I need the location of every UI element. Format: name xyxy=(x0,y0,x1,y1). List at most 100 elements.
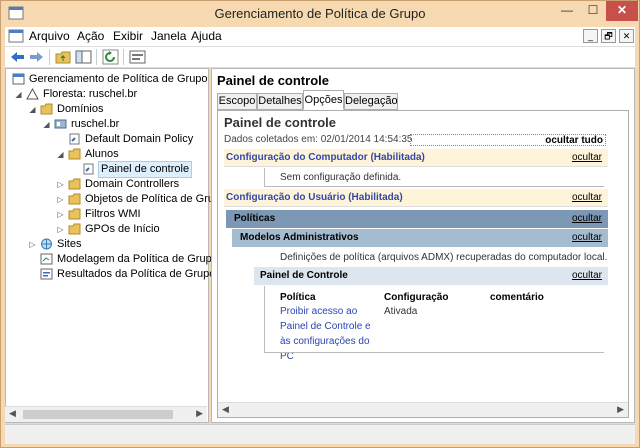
details-pane: Painel de controle Escopo Detalhes Opçõe… xyxy=(211,68,635,423)
section-label: Modelos Administrativos xyxy=(240,232,359,243)
no-config-text: Sem configuração definida. xyxy=(280,172,402,183)
wmi-folder-icon xyxy=(68,208,81,220)
policy-link[interactable]: Proibir acesso ao Painel de Controle e à… xyxy=(280,304,380,364)
col-policy-header: Política xyxy=(280,292,316,303)
scroll-thumb[interactable] xyxy=(23,410,173,419)
tree-label: Modelagem da Política de Grupo xyxy=(57,253,218,265)
menu-ajuda[interactable]: Ajuda xyxy=(191,29,222,43)
gpo-report: Painel de controle Dados coletados em: 0… xyxy=(224,115,608,413)
tree-label: Domain Controllers xyxy=(85,178,180,190)
toolbar-separator xyxy=(49,49,50,65)
mdi-close-button[interactable]: ✕ xyxy=(619,29,634,43)
forward-icon[interactable] xyxy=(28,49,45,65)
maximize-button[interactable]: ☐ xyxy=(580,1,606,21)
tab-delegacao[interactable]: Delegação xyxy=(344,93,398,110)
tree-label: Domínios xyxy=(57,103,104,115)
menu-exibir[interactable]: Exibir xyxy=(113,29,143,43)
tree-label: Resultados da Política de Grupo xyxy=(57,268,216,280)
tree-label: Alunos xyxy=(85,148,119,160)
minimize-button[interactable]: — xyxy=(554,1,580,21)
collected-date: Dados coletados em: 02/01/2014 14:54:35 xyxy=(224,134,413,145)
collapse-icon[interactable]: ◢ xyxy=(28,102,37,117)
ou-folder-icon xyxy=(68,148,81,160)
toolbar xyxy=(5,46,635,67)
mmc-console-icon[interactable] xyxy=(8,29,24,43)
scroll-right-icon[interactable]: ▶ xyxy=(617,404,624,415)
status-bar xyxy=(5,424,635,444)
report-viewer: Painel de controle Dados coletados em: 0… xyxy=(217,110,629,418)
tree-label: ruschel.br xyxy=(71,118,120,130)
results-icon xyxy=(40,268,53,280)
tree-label: Objetos de Política de Grup xyxy=(85,193,221,205)
section-border xyxy=(264,186,604,187)
admin-models-header: Modelos Administrativos ocultar xyxy=(232,229,608,247)
tree-horizontal-scrollbar[interactable]: ◀ ▶ xyxy=(5,406,207,422)
policies-header: Políticas ocultar xyxy=(226,210,608,228)
forest-icon xyxy=(26,88,39,100)
modeling-icon xyxy=(40,253,53,265)
hide-link[interactable]: ocultar xyxy=(572,267,602,285)
report-horizontal-scrollbar[interactable]: ◀ ▶ xyxy=(218,402,628,417)
section-label: Configuração do Usuário (Habilitada) xyxy=(226,192,403,203)
gpo-folder-icon xyxy=(68,193,81,205)
console-tree: Gerenciamento de Política de Grupo ◢ Flo… xyxy=(5,68,220,423)
indent-line xyxy=(264,286,265,353)
tree-label: Painel de controle xyxy=(98,161,193,178)
expand-icon[interactable]: ▷ xyxy=(28,237,37,252)
scroll-right-icon[interactable]: ▶ xyxy=(196,408,203,419)
gpo-link-icon xyxy=(83,163,94,175)
section-border xyxy=(264,352,604,353)
col-comment-header: comentário xyxy=(490,292,544,303)
expand-icon[interactable]: ▷ xyxy=(56,192,65,207)
policy-setting: Ativada xyxy=(384,306,418,317)
toolbar-separator xyxy=(123,49,124,65)
expand-icon[interactable]: ▷ xyxy=(56,177,65,192)
menu-acao[interactable]: Ação xyxy=(77,29,104,43)
mdi-minimize-button[interactable]: _ xyxy=(583,29,598,43)
properties-icon[interactable] xyxy=(129,49,146,65)
tree-label: Default Domain Policy xyxy=(85,133,194,145)
collapse-icon[interactable]: ◢ xyxy=(42,117,51,132)
tree-label: Floresta: ruschel.br xyxy=(43,88,138,100)
tree-label: Gerenciamento de Política de Grupo xyxy=(29,73,208,85)
tree-label: GPOs de Início xyxy=(85,223,160,235)
close-button[interactable]: ✕ xyxy=(606,1,638,21)
toolbar-separator xyxy=(96,49,97,65)
mdi-restore-button[interactable]: 🗗 xyxy=(601,29,616,43)
title-bar[interactable]: Gerenciamento de Política de Grupo — ☐ ✕ xyxy=(1,1,639,27)
sites-icon xyxy=(41,238,52,250)
show-hide-console-tree-icon[interactable] xyxy=(75,49,92,65)
window-title: Gerenciamento de Política de Grupo xyxy=(214,6,426,21)
ou-folder-icon xyxy=(68,178,81,190)
control-panel-header: Painel de Controle ocultar xyxy=(254,267,608,285)
indent-line xyxy=(264,168,265,186)
hide-link[interactable]: ocultar xyxy=(572,210,602,228)
scroll-left-icon[interactable]: ◀ xyxy=(9,408,16,419)
hide-link[interactable]: ocultar xyxy=(572,149,602,167)
hide-link[interactable]: ocultar xyxy=(572,229,602,247)
expand-icon[interactable]: ▷ xyxy=(56,207,65,222)
hide-all-link[interactable]: ocultar tudo xyxy=(410,134,606,146)
tab-opcoes[interactable]: Opções xyxy=(303,90,344,110)
back-icon[interactable] xyxy=(9,49,26,65)
menu-janela[interactable]: Janela xyxy=(151,29,186,43)
up-folder-icon[interactable] xyxy=(55,49,72,65)
section-label: Painel de Controle xyxy=(260,270,348,281)
user-config-header: Configuração do Usuário (Habilitada) ocu… xyxy=(224,189,608,207)
computer-config-header: Configuração do Computador (Habilitada) … xyxy=(224,149,608,167)
menu-arquivo[interactable]: Arquivo xyxy=(29,29,70,43)
domain-icon xyxy=(54,119,67,129)
gpo-link-icon xyxy=(69,133,80,145)
menu-bar: Arquivo Ação Exibir Janela Ajuda _ 🗗 ✕ xyxy=(5,27,635,46)
expand-icon[interactable]: ▷ xyxy=(56,222,65,237)
collapse-icon[interactable]: ◢ xyxy=(56,147,65,162)
tab-escopo[interactable]: Escopo xyxy=(217,93,257,110)
hide-link[interactable]: ocultar xyxy=(572,189,602,207)
tree-label: Filtros WMI xyxy=(85,208,141,220)
scroll-left-icon[interactable]: ◀ xyxy=(222,404,229,415)
gpmc-icon xyxy=(12,73,25,85)
report-title: Painel de controle xyxy=(224,115,336,130)
tab-detalhes[interactable]: Detalhes xyxy=(257,93,303,110)
collapse-icon[interactable]: ◢ xyxy=(14,87,23,102)
refresh-icon[interactable] xyxy=(102,49,119,65)
